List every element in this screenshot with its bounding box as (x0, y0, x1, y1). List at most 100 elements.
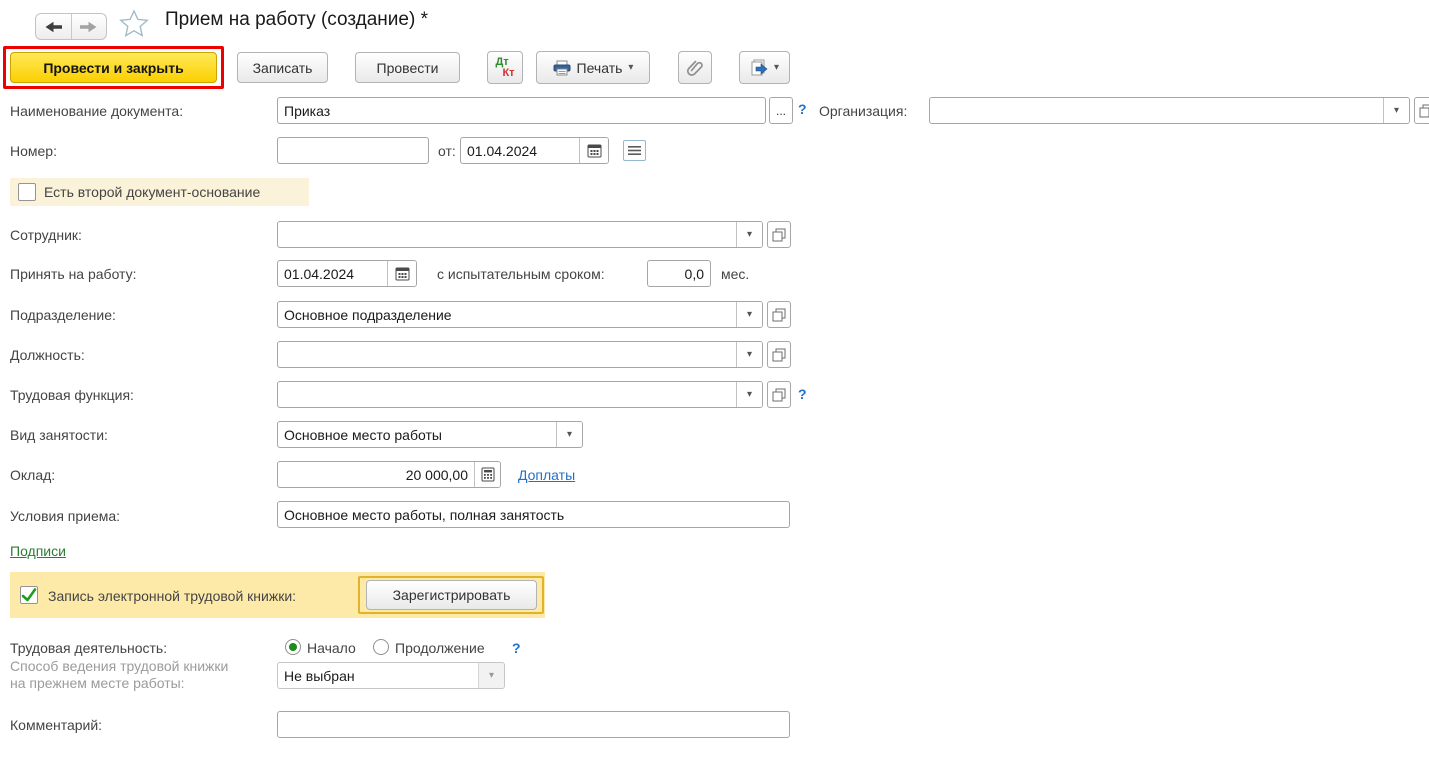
post-button[interactable]: Провести (355, 52, 460, 83)
position-open-button[interactable] (767, 341, 791, 368)
department-open-button[interactable] (767, 301, 791, 328)
comment-input[interactable] (278, 712, 789, 737)
etk-label: Запись электронной трудовой книжки: (48, 588, 296, 604)
forward-arrow-icon (79, 21, 98, 33)
doc-date-calendar-button[interactable] (579, 138, 608, 163)
employee-field: ▾ (277, 221, 763, 248)
employment-type-field: ▾ (277, 421, 583, 448)
chevron-down-icon: ▾ (567, 430, 572, 440)
signatures-link[interactable]: Подписи (10, 543, 66, 559)
dtkt-postings-button[interactable]: Дт Кт (487, 51, 523, 84)
hire-date-calendar-button[interactable] (387, 261, 416, 286)
labor-function-input[interactable] (278, 382, 736, 407)
chevron-down-icon: ▾ (489, 671, 494, 681)
doc-name-label: Наименование документа: (10, 103, 183, 119)
employment-type-input[interactable] (278, 422, 556, 447)
checkmark-icon (21, 588, 37, 602)
etk-checkbox[interactable] (20, 586, 38, 604)
labor-function-open-button[interactable] (767, 381, 791, 408)
printer-icon (553, 60, 571, 76)
position-input[interactable] (278, 342, 736, 367)
calculator-icon (481, 467, 495, 482)
calendar-icon (395, 266, 410, 281)
doc-name-help-icon[interactable]: ? (798, 101, 807, 117)
second-doc-checkbox[interactable] (18, 183, 36, 201)
department-field: ▾ (277, 301, 763, 328)
doc-name-more-button[interactable]: ... (769, 97, 793, 124)
labor-function-dropdown-button[interactable]: ▾ (736, 382, 762, 407)
record-method-field: ▾ (277, 662, 505, 689)
back-button[interactable] (36, 14, 71, 39)
register-button[interactable]: Зарегистрировать (366, 580, 537, 610)
chevron-down-icon: ▾ (1394, 106, 1399, 116)
salary-field (277, 461, 501, 488)
document-list-button[interactable] (623, 140, 646, 161)
employee-label: Сотрудник: (10, 227, 82, 243)
salary-input[interactable] (278, 462, 474, 487)
probation-input[interactable] (648, 261, 710, 286)
organization-dropdown-button[interactable]: ▾ (1383, 98, 1409, 123)
number-input[interactable] (278, 138, 428, 163)
radio-dot-icon (289, 643, 297, 651)
paperclip-icon (686, 59, 704, 77)
calendar-icon (587, 143, 602, 158)
open-icon (772, 308, 786, 322)
page-title: Прием на работу (создание) * (165, 9, 428, 31)
employment-type-dropdown-button[interactable]: ▾ (556, 422, 582, 447)
chevron-down-icon: ▾ (747, 350, 752, 360)
labor-function-help-icon[interactable]: ? (798, 386, 807, 402)
radio-continue[interactable] (373, 639, 389, 655)
labor-function-field: ▾ (277, 381, 763, 408)
record-method-label-line1: Способ ведения трудовой книжки (10, 658, 228, 674)
back-arrow-icon (44, 21, 63, 33)
doc-name-field (277, 97, 766, 124)
forward-button[interactable] (72, 14, 107, 39)
position-dropdown-button[interactable]: ▾ (736, 342, 762, 367)
second-doc-label: Есть второй документ-основание (44, 184, 260, 200)
salary-calculator-button[interactable] (474, 462, 500, 487)
labor-function-label: Трудовая функция: (10, 387, 134, 403)
favorite-star-icon[interactable] (119, 9, 149, 38)
months-label: мес. (721, 266, 749, 282)
number-label: Номер: (10, 143, 57, 159)
chevron-down-icon: ▾ (747, 310, 752, 320)
department-dropdown-button[interactable]: ▾ (736, 302, 762, 327)
terms-label: Условия приема: (10, 508, 120, 524)
radio-continue-label[interactable]: Продолжение (395, 640, 485, 656)
radio-start-label[interactable]: Начало (307, 640, 356, 656)
supplements-link[interactable]: Доплаты (518, 467, 575, 483)
department-input[interactable] (278, 302, 736, 327)
employee-input[interactable] (278, 222, 736, 247)
organization-open-button[interactable] (1414, 97, 1429, 124)
chevron-down-icon: ▾ (747, 390, 752, 400)
probation-field (647, 260, 711, 287)
radio-start[interactable] (285, 639, 301, 655)
doc-date-input[interactable] (461, 138, 579, 163)
print-label: Печать (577, 60, 623, 76)
employee-open-button[interactable] (767, 221, 791, 248)
doc-name-input[interactable] (278, 98, 765, 123)
print-button[interactable]: Печать ▾ (536, 51, 650, 84)
record-method-label-line2: на прежнем месте работы: (10, 675, 185, 691)
terms-field (277, 501, 790, 528)
organization-field: ▾ (929, 97, 1410, 124)
comment-label: Комментарий: (10, 717, 102, 733)
labor-activity-label: Трудовая деятельность: (10, 640, 167, 656)
number-field (277, 137, 429, 164)
organization-input[interactable] (930, 98, 1383, 123)
record-method-dropdown-button[interactable]: ▾ (478, 663, 504, 688)
post-and-close-button[interactable]: Провести и закрыть (10, 52, 217, 83)
labor-activity-help-icon[interactable]: ? (512, 640, 521, 656)
doc-date-field (460, 137, 609, 164)
hire-date-input[interactable] (278, 261, 387, 286)
attachments-button[interactable] (678, 51, 712, 84)
list-icon (628, 145, 641, 156)
edi-exchange-button[interactable]: ▾ (739, 51, 790, 84)
dtkt-icon: Дт Кт (495, 57, 514, 79)
employee-dropdown-button[interactable]: ▾ (736, 222, 762, 247)
save-button[interactable]: Записать (237, 52, 328, 83)
hire-date-label: Принять на работу: (10, 266, 137, 282)
terms-input[interactable] (278, 502, 789, 527)
organization-label: Организация: (819, 103, 907, 119)
record-method-input[interactable] (278, 663, 478, 688)
